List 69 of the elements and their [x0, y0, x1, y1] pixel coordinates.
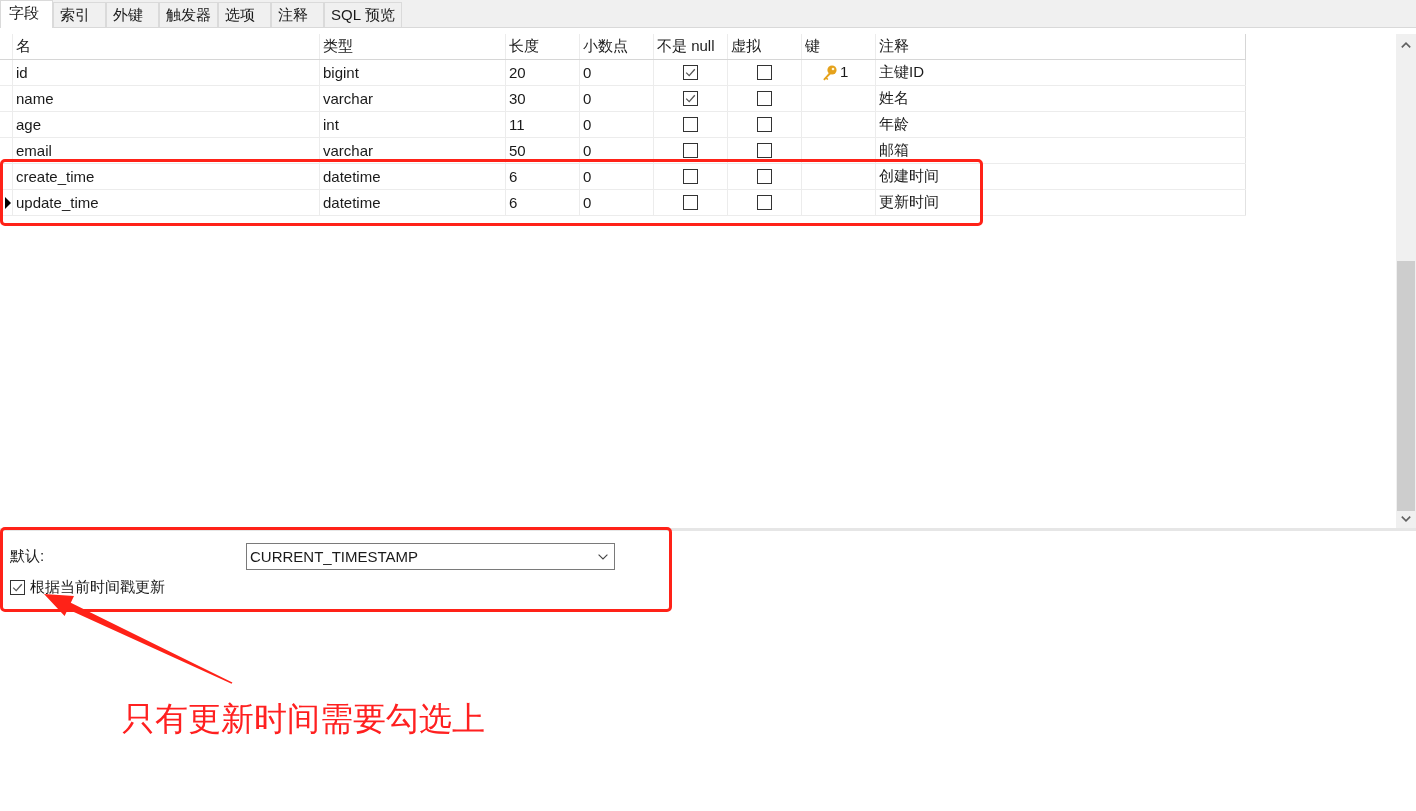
table-cell[interactable]: 6: [506, 190, 580, 215]
chevron-down-icon: [598, 553, 608, 560]
table-cell[interactable]: 年龄: [876, 112, 1246, 137]
column-header[interactable]: 注释: [876, 34, 1246, 59]
table-cell[interactable]: 0: [580, 60, 654, 85]
checkbox[interactable]: [683, 195, 698, 210]
tab[interactable]: 选项: [218, 2, 271, 27]
table-cell[interactable]: 邮箱: [876, 138, 1246, 163]
checkbox[interactable]: [757, 195, 772, 210]
tab[interactable]: 触发器: [159, 2, 218, 27]
column-header[interactable]: 虚拟: [728, 34, 802, 59]
table-cell[interactable]: name: [13, 86, 320, 111]
table-cell[interactable]: 0: [580, 112, 654, 137]
table-cell[interactable]: create_time: [13, 164, 320, 189]
annotation-text: 只有更新时间需要勾选上: [122, 700, 485, 737]
key-icon: [822, 64, 837, 81]
chevron-down-icon[interactable]: [1401, 516, 1411, 522]
checkbox[interactable]: [683, 143, 698, 158]
table-cell[interactable]: email: [13, 138, 320, 163]
table-cell[interactable]: varchar: [320, 86, 506, 111]
vertical-scrollbar[interactable]: [1396, 34, 1416, 528]
checkbox[interactable]: [757, 143, 772, 158]
column-header[interactable]: 长度: [506, 34, 580, 59]
column-header[interactable]: 不是 null: [654, 34, 728, 59]
table-cell[interactable]: 30: [506, 86, 580, 111]
on-update-checkbox[interactable]: [10, 580, 25, 595]
checkbox[interactable]: [683, 91, 698, 106]
table-cell[interactable]: 姓名: [876, 86, 1246, 111]
column-header[interactable]: 类型: [320, 34, 506, 59]
table-cell[interactable]: datetime: [320, 190, 506, 215]
tab[interactable]: SQL 预览: [324, 2, 402, 27]
tab[interactable]: 索引: [53, 2, 106, 27]
column-header[interactable]: 键: [802, 34, 876, 59]
checkbox[interactable]: [683, 65, 698, 80]
table-cell[interactable]: datetime: [320, 164, 506, 189]
column-header[interactable]: 名: [13, 34, 320, 59]
table-cell[interactable]: 主键ID: [876, 60, 1246, 85]
table-cell[interactable]: 更新时间: [876, 190, 1246, 215]
on-update-label[interactable]: 根据当前时间戳更新: [30, 578, 165, 597]
table-cell[interactable]: varchar: [320, 138, 506, 163]
table-cell[interactable]: id: [13, 60, 320, 85]
table-cell[interactable]: age: [13, 112, 320, 137]
tab[interactable]: 外键: [106, 2, 159, 27]
checkbox[interactable]: [757, 117, 772, 132]
table-cell[interactable]: 0: [580, 164, 654, 189]
default-label: 默认:: [10, 547, 46, 566]
tab[interactable]: 注释: [271, 2, 324, 27]
scroll-thumb[interactable]: [1397, 261, 1415, 511]
table-cell[interactable]: update_time: [13, 190, 320, 215]
table-cell[interactable]: 50: [506, 138, 580, 163]
key-order: 1: [840, 62, 849, 80]
table-cell[interactable]: 0: [580, 190, 654, 215]
table-cell[interactable]: 0: [580, 86, 654, 111]
checkbox[interactable]: [683, 169, 698, 184]
column-header[interactable]: 小数点: [580, 34, 654, 59]
table-cell[interactable]: 0: [580, 138, 654, 163]
table-cell[interactable]: int: [320, 112, 506, 137]
tab[interactable]: 字段: [0, 0, 53, 28]
table-cell[interactable]: 11: [506, 112, 580, 137]
checkbox[interactable]: [757, 169, 772, 184]
chevron-up-icon[interactable]: [1401, 42, 1411, 48]
default-value-select[interactable]: CURRENT_TIMESTAMP: [246, 543, 615, 570]
checkbox[interactable]: [757, 65, 772, 80]
checkbox[interactable]: [683, 117, 698, 132]
checkbox[interactable]: [757, 91, 772, 106]
table-cell[interactable]: bigint: [320, 60, 506, 85]
table-cell[interactable]: 20: [506, 60, 580, 85]
table-cell[interactable]: 6: [506, 164, 580, 189]
table-cell[interactable]: 创建时间: [876, 164, 1246, 189]
